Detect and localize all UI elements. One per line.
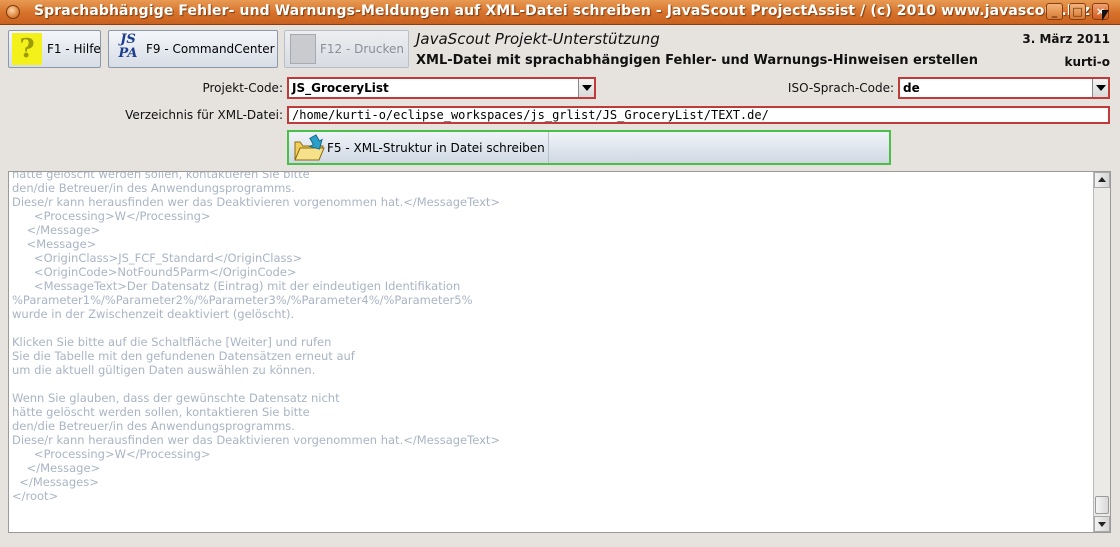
project-code-value: JS_GroceryList (292, 81, 389, 95)
chevron-down-icon[interactable] (1092, 79, 1108, 97)
text-line: um die aktuell gültigen Daten auswählen … (12, 363, 316, 377)
text-line: den/die Betreuer/in des Anwendungsprogra… (12, 419, 295, 433)
project-code-label: Projekt-Code: (202, 81, 283, 95)
directory-input[interactable]: /home/kurti-o/eclipse_workspaces/js_grli… (287, 106, 1110, 124)
minimize-button[interactable]: _ (1046, 3, 1063, 20)
xml-output-lines: hätte gelöscht werden sollen, kontaktier… (12, 171, 1087, 503)
button-divider (548, 132, 549, 163)
text-line: %Parameter1%/%Parameter2%/%Parameter3%/%… (12, 293, 473, 307)
window-title-bar[interactable]: Sprachabhängige Fehler- und Warnungs-Mel… (0, 0, 1120, 25)
write-xml-button-label: F5 - XML-Struktur in Datei schreiben (327, 141, 545, 155)
text-line: <OriginClass>JS_FCF_Standard</OriginClas… (12, 251, 303, 265)
help-button-label: F1 - Hilfe (47, 42, 101, 56)
text-line: <MessageText>Der Datensatz (Eintrag) mit… (12, 279, 461, 293)
jspa-logo-line1: JS (120, 32, 136, 47)
current-date: 3. März 2011 (1022, 32, 1110, 46)
text-line: <Message> (12, 237, 97, 251)
commandcenter-button-label: F9 - CommandCenter (146, 42, 275, 56)
help-question-icon: ? (12, 33, 42, 65)
folder-save-icon (294, 134, 325, 161)
text-line: </Messages> (12, 475, 99, 489)
text-line: <Processing>W</Processing> (12, 447, 211, 461)
text-line: den/die Betreuer/in des Anwendungsprogra… (12, 181, 295, 195)
text-line: Klicken Sie bitte auf die Schaltfläche [… (12, 335, 332, 349)
jspa-logo-line2: PA (118, 46, 138, 61)
scroll-down-button[interactable] (1094, 516, 1110, 532)
text-line: wurde in der Zwischenzeit deaktiviert (g… (12, 307, 295, 321)
write-xml-button[interactable]: F5 - XML-Struktur in Datei schreiben (287, 130, 891, 165)
text-line: </Message> (12, 461, 101, 475)
help-button[interactable]: ? F1 - Hilfe (8, 30, 101, 68)
app-name: JavaScout Projekt-Unterstützung (416, 30, 660, 48)
user-name: kurti-o (1064, 55, 1110, 69)
text-line: <Processing>W</Processing> (12, 209, 211, 223)
commandcenter-button[interactable]: JS PA F9 - CommandCenter (108, 30, 278, 68)
window-title: Sprachabhängige Fehler- und Warnungs-Mel… (34, 3, 1091, 19)
text-line: Sie die Tabelle mit den gefundenen Daten… (12, 349, 355, 363)
text-line (12, 377, 1087, 391)
text-line: Wenn Sie glauben, dass der gewünschte Da… (12, 391, 340, 405)
window-menu-icon[interactable] (6, 5, 20, 19)
xml-output-textarea[interactable]: hätte gelöscht werden sollen, kontaktier… (8, 171, 1111, 533)
text-line: hätte gelöscht werden sollen, kontaktier… (12, 171, 310, 181)
printer-icon (290, 34, 316, 64)
directory-label: Verzeichnis für XML-Datei: (125, 108, 283, 122)
text-line: Diese/r kann herausfinden wer das Deakti… (12, 195, 501, 209)
iso-language-value: de (903, 81, 920, 95)
maximize-button[interactable]: □ (1069, 3, 1086, 20)
text-line (12, 321, 1087, 335)
chevron-down-icon[interactable] (578, 79, 594, 97)
page-title: XML-Datei mit sprachabhängigen Fehler- u… (416, 53, 978, 68)
scrollbar-thumb[interactable] (1095, 496, 1109, 514)
text-line: <OriginCode>NotFound5Parm</OriginCode> (12, 265, 297, 279)
vertical-scrollbar[interactable] (1093, 172, 1110, 532)
text-line: </root> (12, 489, 59, 503)
text-line: hätte gelöscht werden sollen, kontaktier… (12, 405, 310, 419)
scroll-up-button[interactable] (1094, 172, 1110, 188)
iso-language-combobox[interactable]: de (898, 77, 1110, 99)
mouse-cursor-icon (1102, 10, 1109, 21)
print-button[interactable]: F12 - Drucken (284, 30, 409, 68)
text-line: Diese/r kann herausfinden wer das Deakti… (12, 433, 501, 447)
iso-language-label: ISO-Sprach-Code: (787, 81, 894, 95)
print-button-label: F12 - Drucken (320, 42, 405, 56)
project-code-combobox[interactable]: JS_GroceryList (287, 77, 596, 99)
text-line: </Message> (12, 223, 101, 237)
jspa-logo-icon: JS PA (113, 33, 143, 65)
